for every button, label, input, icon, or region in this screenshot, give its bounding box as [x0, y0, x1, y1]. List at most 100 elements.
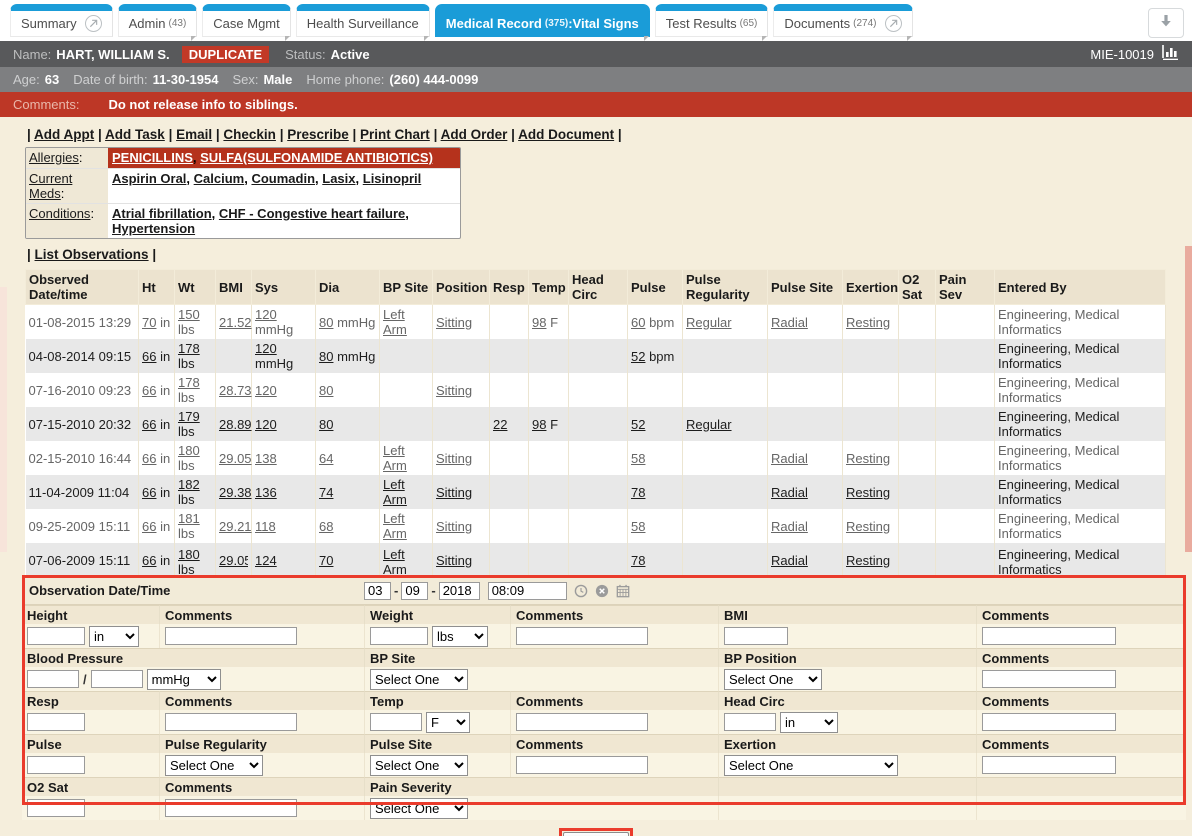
obs-value-link[interactable]: Sitting	[436, 315, 472, 330]
obs-value-link[interactable]: 98	[532, 417, 546, 432]
obs-value-link[interactable]: 80	[319, 383, 333, 398]
download-button[interactable]	[1148, 8, 1184, 38]
obs-value-link[interactable]: 180	[178, 547, 200, 562]
open-new-window-icon[interactable]	[85, 15, 102, 32]
obs-value-link[interactable]: Resting	[846, 485, 890, 500]
time-input[interactable]	[488, 582, 567, 600]
obs-value-link[interactable]: Radial	[771, 553, 808, 568]
obs-value-link[interactable]: 66	[142, 451, 156, 466]
tab-admin[interactable]: Admin(43)	[118, 4, 198, 37]
allergy-link[interactable]: SULFA(SULFONAMIDE ANTIBIOTICS)	[200, 150, 433, 165]
head-circ-unit-select[interactable]: in	[780, 712, 838, 733]
obs-value-link[interactable]: 98	[532, 315, 546, 330]
obs-value-link[interactable]: Radial	[771, 519, 808, 534]
condition-link[interactable]: Atrial fibrillation	[112, 206, 212, 221]
obs-value-link[interactable]: 120	[255, 341, 277, 356]
obs-value-link[interactable]: 66	[142, 417, 156, 432]
conditions-link[interactable]: Conditions	[29, 206, 90, 221]
obs-value-link[interactable]: 28.89	[219, 417, 252, 432]
pain-severity-select[interactable]: Select One	[370, 798, 468, 819]
date-year-input[interactable]	[439, 582, 480, 600]
calendar-icon[interactable]	[616, 584, 630, 598]
obs-value-link[interactable]: Sitting	[436, 383, 472, 398]
obs-value-link[interactable]: 120	[255, 383, 277, 398]
obs-value-link[interactable]: 124	[255, 553, 277, 568]
medication-link[interactable]: Lisinopril	[363, 171, 422, 186]
obs-value-link[interactable]: 66	[142, 485, 156, 500]
obs-value-link[interactable]: 58	[631, 519, 645, 534]
bmi-comments-input[interactable]	[982, 627, 1116, 645]
action-link-print-chart[interactable]: Print Chart	[360, 127, 430, 142]
obs-value-link[interactable]: Sitting	[436, 451, 472, 466]
obs-value-link[interactable]: Radial	[771, 315, 808, 330]
date-month-input[interactable]	[364, 582, 391, 600]
obs-value-link[interactable]: 70	[319, 553, 333, 568]
obs-value-link[interactable]: 182	[178, 477, 200, 492]
obs-value-link[interactable]: 52	[631, 349, 645, 364]
o2-comments-input[interactable]	[165, 799, 297, 817]
obs-value-link[interactable]: Resting	[846, 315, 890, 330]
obs-value-link[interactable]: 118	[255, 519, 276, 534]
obs-value-link[interactable]: 58	[631, 451, 645, 466]
obs-value-link[interactable]: Regular	[686, 417, 732, 432]
open-new-window-icon[interactable]	[885, 15, 902, 32]
obs-value-link[interactable]: 22	[493, 417, 507, 432]
obs-value-link[interactable]: 74	[319, 485, 333, 500]
obs-value-link[interactable]: 68	[319, 519, 333, 534]
pulse-comments-input[interactable]	[516, 756, 648, 774]
condition-link[interactable]: Hypertension	[112, 221, 195, 236]
obs-value-link[interactable]: Left Arm	[383, 307, 407, 337]
obs-value-link[interactable]: 120	[255, 307, 277, 322]
height-unit-select[interactable]: in	[89, 626, 139, 647]
obs-value-link[interactable]: Left Arm	[383, 547, 407, 574]
action-link-add-task[interactable]: Add Task	[105, 127, 165, 142]
temp-unit-select[interactable]: F	[426, 712, 470, 733]
obs-value-link[interactable]: 29.38	[219, 485, 252, 500]
obs-value-link[interactable]: 60	[631, 315, 645, 330]
clock-icon[interactable]	[574, 584, 588, 598]
action-link-checkin[interactable]: Checkin	[223, 127, 276, 142]
obs-value-link[interactable]: 78	[631, 553, 645, 568]
resp-input[interactable]	[27, 713, 85, 731]
obs-value-link[interactable]: 80	[319, 417, 333, 432]
head-circ-comments-input[interactable]	[982, 713, 1116, 731]
obs-value-link[interactable]: 80	[319, 349, 333, 364]
bp-systolic-input[interactable]	[27, 670, 79, 688]
medication-link[interactable]: Aspirin Oral	[112, 171, 186, 186]
obs-value-link[interactable]: 180	[178, 443, 200, 458]
obs-value-link[interactable]: Sitting	[436, 519, 472, 534]
obs-value-link[interactable]: 80	[319, 315, 333, 330]
obs-value-link[interactable]: 64	[319, 451, 333, 466]
temp-comments-input[interactable]	[516, 713, 648, 731]
medication-link[interactable]: Coumadin	[251, 171, 315, 186]
obs-value-link[interactable]: 181	[178, 511, 200, 526]
height-comments-input[interactable]	[165, 627, 297, 645]
obs-value-link[interactable]: 66	[142, 519, 156, 534]
bmi-input[interactable]	[724, 627, 788, 645]
obs-value-link[interactable]: Radial	[771, 485, 808, 500]
height-input[interactable]	[27, 627, 85, 645]
bp-site-select[interactable]: Select One	[370, 669, 468, 690]
current-meds-link[interactable]: Current Meds	[29, 171, 72, 201]
obs-value-link[interactable]: 136	[255, 485, 277, 500]
flowsheet-chart-icon[interactable]	[1162, 45, 1179, 63]
bp-diastolic-input[interactable]	[91, 670, 143, 688]
obs-value-link[interactable]: 150	[178, 307, 200, 322]
obs-value-link[interactable]: Radial	[771, 451, 808, 466]
allergies-link[interactable]: Allergies	[29, 150, 79, 165]
obs-value-link[interactable]: Resting	[846, 519, 890, 534]
allergy-link[interactable]: PENICILLINS	[112, 150, 193, 165]
obs-value-link[interactable]: Left Arm	[383, 511, 407, 541]
list-observations-link[interactable]: List Observations	[35, 247, 149, 262]
submit-button[interactable]: Submit	[563, 832, 629, 836]
obs-value-link[interactable]: 52	[631, 417, 645, 432]
action-link-add-order[interactable]: Add Order	[441, 127, 508, 142]
clear-icon[interactable]	[595, 584, 609, 598]
obs-value-link[interactable]: Left Arm	[383, 477, 407, 507]
head-circ-input[interactable]	[724, 713, 776, 731]
weight-unit-select[interactable]: lbs	[432, 626, 488, 647]
pulse-input[interactable]	[27, 756, 85, 774]
tab-documents[interactable]: Documents(274)	[773, 4, 912, 37]
action-link-add-appt[interactable]: Add Appt	[34, 127, 94, 142]
medication-link[interactable]: Lasix	[322, 171, 355, 186]
